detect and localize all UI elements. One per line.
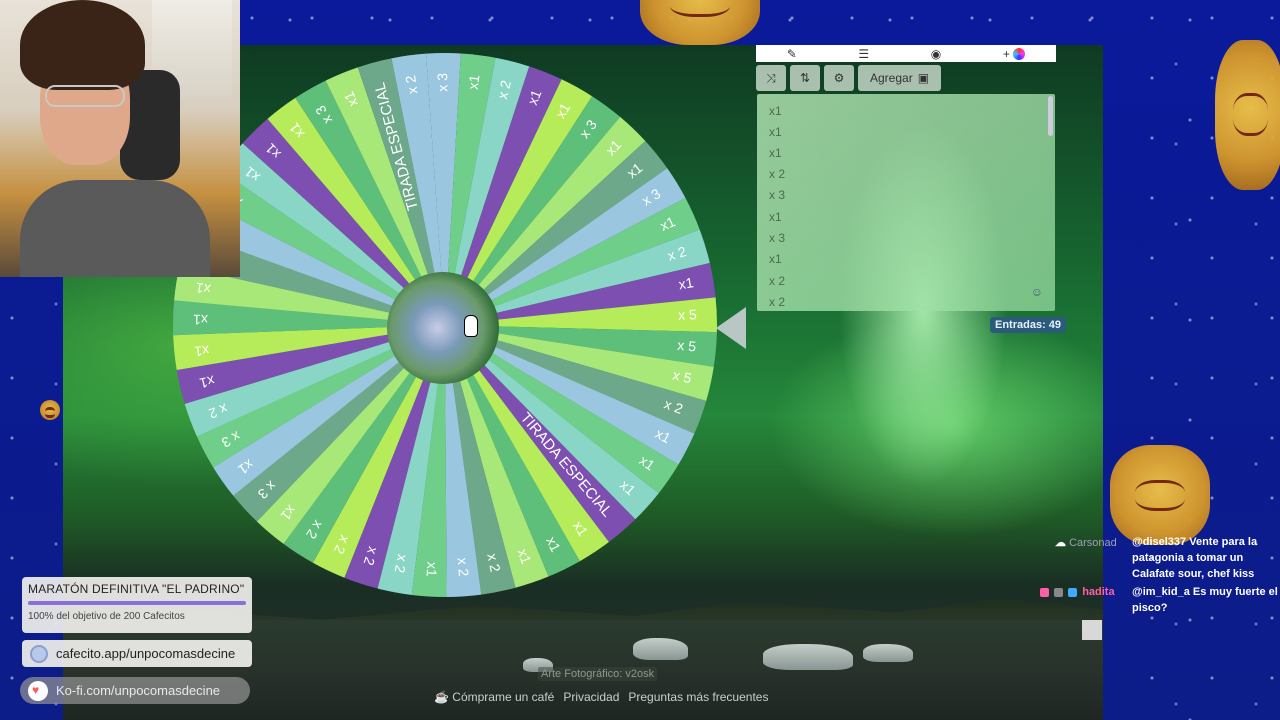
pencil-icon[interactable]: ✎ (787, 47, 797, 61)
entry-line: x1 (769, 146, 782, 160)
image-icon: ▣ (917, 71, 930, 85)
badge-icon (1040, 587, 1049, 597)
chat-text: Calafate sour, chef kiss (1132, 568, 1255, 580)
chat-text: @im_kid_a Es muy fuerte el (1132, 586, 1278, 598)
cafecito-link: cafecito.app/unpocomasdecine (56, 646, 236, 661)
spin-wheel[interactable]: x 3 x1 x 2 x1 x1 x 3 x1 x1 x 3 x1 x 2 x1 x 5x 5x 5x … (170, 50, 720, 600)
cat-decoration (1215, 40, 1280, 190)
chat-text: patagonia a tomar un (1132, 552, 1244, 564)
wheel-segment-label: x 2 (455, 557, 472, 577)
checklist-icon[interactable]: ☰ (858, 47, 869, 61)
add-button-label: Agregar (870, 71, 913, 85)
sort-icon: ⇅ (799, 71, 811, 85)
chat-username: Carsonad (1069, 537, 1117, 549)
sort-button[interactable]: ⇅ (790, 65, 820, 91)
wheel-center-hub[interactable] (387, 272, 499, 384)
webcam-overlay (0, 0, 240, 277)
gear-icon: ⚙ (833, 71, 845, 85)
cat-decoration (1110, 445, 1210, 545)
chat-bubble-icon: ☁ (1055, 537, 1066, 549)
wheel-segment-label: x 3 (434, 73, 450, 92)
streamer-body (20, 180, 210, 277)
top-toolbar: ✎ ☰ ◉ + (756, 45, 1056, 62)
coffee-cup-icon: ☕ (434, 690, 449, 704)
entries-count: Entradas: 49 (990, 317, 1067, 333)
emoji-icon[interactable]: ☺ (1031, 285, 1043, 299)
marathon-progress-bar (28, 601, 246, 605)
wheel-segment-label: x 5 (678, 306, 697, 323)
wheel-segment-label: x1 (194, 280, 211, 298)
entry-line: x 2 (769, 274, 786, 288)
iceberg (763, 644, 853, 670)
chat-message: ☁ Carsonad (1055, 536, 1117, 551)
iceberg (633, 638, 688, 660)
wheel-pointer (716, 307, 746, 349)
wheel-segment-label: x1 (193, 342, 210, 359)
entry-line: x 3 (769, 231, 786, 245)
wheel-segment-label: x 5 (677, 337, 697, 355)
wheel-segment-label: x1 (193, 312, 208, 328)
entry-line: x 2 (769, 295, 786, 309)
faq-link[interactable]: Preguntas más frecuentes (628, 690, 768, 704)
add-image-button[interactable]: Agregar ▣ (858, 65, 942, 91)
chat-text: Vente para la (1189, 536, 1258, 548)
chat-text: pisco? (1132, 602, 1168, 614)
wheel-segment-label: x1 (465, 74, 483, 91)
kofi-panel: Ko-fi.com/unpocomasdecine (20, 677, 250, 704)
shuffle-button[interactable]: ⤨ (756, 65, 786, 91)
badge-icon (1068, 587, 1078, 597)
hand-cursor-icon (464, 315, 478, 337)
badge-icon (1054, 587, 1064, 597)
scrollbar[interactable] (1048, 96, 1053, 136)
cat-decoration (40, 400, 60, 420)
iceberg (863, 644, 913, 662)
marathon-progress-text: 100% del objetivo de 200 Cafecitos (28, 611, 185, 622)
chat-username: @disel337 (1132, 536, 1187, 548)
wheel-segment-label: x1 (677, 274, 694, 292)
entry-line: x1 (769, 252, 782, 266)
marathon-goal-panel: MARATÓN DEFINITIVA "EL PADRINO" 100% del… (22, 577, 252, 633)
entry-line: x1 (769, 104, 782, 118)
entry-line: x 3 (769, 188, 786, 202)
wheel-segment-label: x1 (424, 561, 441, 577)
kofi-icon (28, 680, 48, 701)
plus-icon[interactable]: + (1003, 47, 1026, 61)
coffee-link[interactable]: ☕ Cómprame un café (434, 690, 554, 704)
cafecito-icon (30, 644, 48, 663)
page-widget[interactable] (1082, 620, 1102, 640)
entries-textarea[interactable]: x1 x1 x1 x 2 x 3 x1 x 3 x1 x 2 x 2 ☺ (757, 94, 1055, 311)
footer-links: ☕ Cómprame un café Privacidad Preguntas … (434, 690, 768, 704)
chat-message: hadita (1040, 585, 1115, 600)
photo-credit[interactable]: Arte Fotográfico: v2osk (538, 667, 658, 681)
cafecito-panel: cafecito.app/unpocomasdecine (22, 640, 252, 667)
entry-line: x1 (769, 125, 782, 139)
kofi-link: Ko-fi.com/unpocomasdecine (56, 683, 221, 698)
eye-slash-icon[interactable]: ◉ (931, 47, 941, 61)
streamer-hair (20, 0, 145, 90)
privacy-link[interactable]: Privacidad (563, 690, 619, 704)
chat-message: @disel337 Vente para la (1132, 535, 1257, 550)
wheel-segment-label: x 2 (402, 74, 420, 95)
entry-line: x 2 (769, 167, 786, 181)
wheel-graphic[interactable]: x 3 x1 x 2 x1x1x 3x1x1x 3x1x 2x1x 5x 5x 5x … (170, 50, 720, 600)
glasses (45, 85, 125, 107)
settings-button[interactable]: ⚙ (824, 65, 854, 91)
entry-line: x1 (769, 210, 782, 224)
entries-toolbar: ⤨ ⇅ ⚙ Agregar ▣ (756, 65, 942, 91)
shuffle-icon: ⤨ (766, 70, 776, 85)
marathon-title: MARATÓN DEFINITIVA "EL PADRINO" (28, 582, 245, 596)
chat-username: hadita (1082, 586, 1115, 598)
